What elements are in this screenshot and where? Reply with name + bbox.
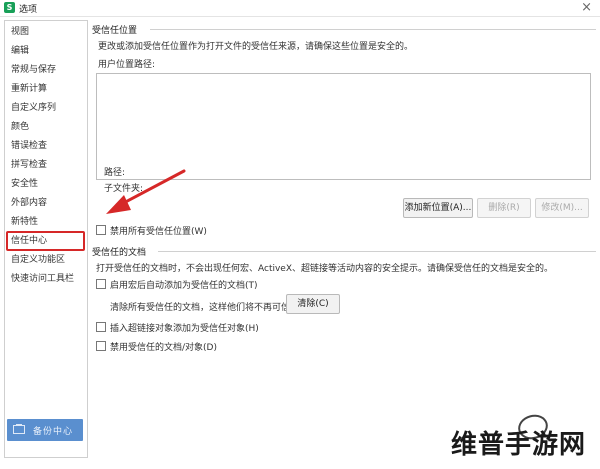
sidebar-item-custom-ribbon[interactable]: 自定义功能区: [8, 252, 81, 268]
sidebar-item-trust-center[interactable]: 信任中心: [6, 231, 85, 251]
options-sidebar: 视图 编辑 常规与保存 重新计算 自定义序列 颜色 错误检查 拼写检查 安全性 …: [4, 20, 88, 458]
clear-button[interactable]: 清除(C): [286, 294, 340, 314]
disable-all-locations-label: 禁用所有受信任位置(W): [110, 227, 207, 237]
sidebar-item-general[interactable]: 常规与保存: [8, 62, 81, 78]
sidebar-item-new-features[interactable]: 新特性: [8, 214, 81, 230]
sidebar-item-view[interactable]: 视图: [8, 24, 81, 40]
trusted-documents-description: 打开受信任的文档时，不会出现任何宏、ActiveX、超链接等活动内容的安全提示。…: [96, 264, 554, 274]
close-icon[interactable]: ×: [581, 0, 592, 15]
add-location-button[interactable]: 添加新位置(A)...: [403, 198, 473, 218]
sidebar-item-error-check[interactable]: 错误检查: [8, 138, 81, 154]
trusted-locations-list[interactable]: [96, 73, 591, 180]
insert-hyperlink-label: 插入超链接对象添加为受信任对象(H): [110, 324, 259, 334]
auto-add-macro-label: 启用宏后自动添加为受信任的文档(T): [110, 281, 258, 291]
modify-location-button[interactable]: 修改(M)...: [535, 198, 589, 218]
disable-trusted-docs-label: 禁用受信任的文档/对象(D): [110, 343, 217, 353]
auto-add-macro-checkbox[interactable]: [96, 279, 106, 289]
sidebar-item-color[interactable]: 颜色: [8, 119, 81, 135]
trusted-locations-title: 受信任位置: [92, 26, 138, 36]
watermark-text: 维普手游网: [450, 430, 586, 460]
sidebar-item-security[interactable]: 安全性: [8, 176, 81, 192]
disable-all-locations-checkbox[interactable]: [96, 225, 106, 235]
annotation-arrow-icon: [106, 169, 186, 214]
sidebar-item-spell-check[interactable]: 拼写检查: [8, 157, 81, 173]
user-paths-label: 用户位置路径:: [98, 60, 156, 70]
backup-center-label: 备份中心: [33, 427, 74, 437]
sidebar-item-custom-list[interactable]: 自定义序列: [8, 100, 81, 116]
trust-center-panel: 受信任位置 更改或添加受信任位置作为打开文件的受信任来源，请确保这些位置是安全的…: [90, 18, 596, 458]
sidebar-item-external[interactable]: 外部内容: [8, 195, 81, 211]
section-divider: [158, 251, 596, 252]
insert-hyperlink-checkbox[interactable]: [96, 322, 106, 332]
section-divider: [150, 29, 596, 30]
trusted-locations-description: 更改或添加受信任位置作为打开文件的受信任来源，请确保这些位置是安全的。: [98, 42, 414, 52]
clear-trusted-description: 清除所有受信任的文档，这样他们将不再可信: [110, 303, 291, 313]
window-title: 选项: [19, 5, 38, 15]
title-bar: S 选项 ×: [0, 0, 600, 17]
backup-center-button[interactable]: 备份中心: [7, 419, 83, 441]
app-logo-icon: S: [4, 2, 15, 13]
sidebar-item-edit[interactable]: 编辑: [8, 43, 81, 59]
trusted-documents-title: 受信任的文档: [92, 248, 147, 258]
disable-trusted-docs-checkbox[interactable]: [96, 341, 106, 351]
delete-location-button[interactable]: 删除(R): [477, 198, 531, 218]
sidebar-item-recalc[interactable]: 重新计算: [8, 81, 81, 97]
backup-icon: [13, 424, 25, 434]
sidebar-item-quick-access[interactable]: 快速访问工具栏: [8, 271, 81, 287]
